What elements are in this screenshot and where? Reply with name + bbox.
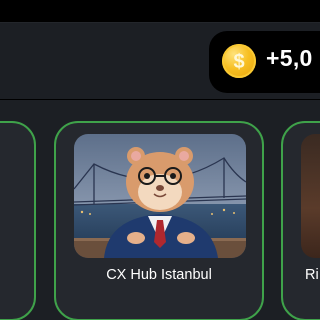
card-image <box>301 134 320 258</box>
profit-balance: +5,0 <box>266 45 313 71</box>
hamster-ceo-istanbul-image <box>74 134 246 258</box>
coin-icon: $ <box>222 44 256 78</box>
card-title: Ri <box>305 267 319 283</box>
card-left[interactable] <box>0 121 36 320</box>
card-title: CX Hub Istanbul <box>106 267 212 283</box>
app-screen: $ +5,0 CX Hub Istanbul Ri <box>0 0 320 320</box>
card-cx-hub-istanbul[interactable]: CX Hub Istanbul <box>54 121 264 320</box>
svg-text:$: $ <box>233 51 244 73</box>
card-right[interactable]: Ri <box>281 121 320 320</box>
